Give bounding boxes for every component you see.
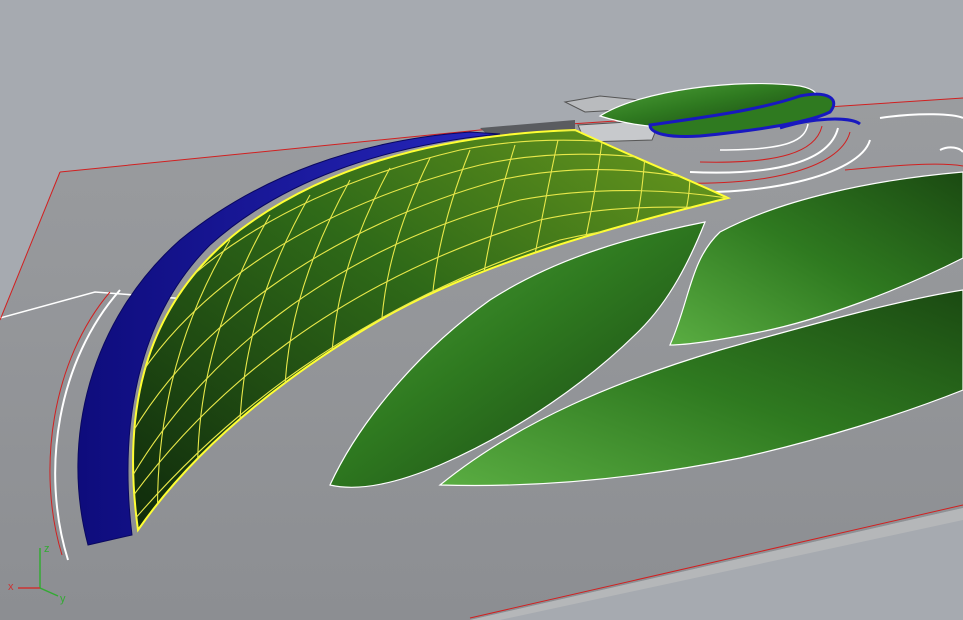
model-scene[interactable] xyxy=(0,0,963,620)
rhino-perspective-viewport[interactable]: z x y xyxy=(0,0,963,620)
y-axis-line xyxy=(39,587,59,597)
y-axis-label: y xyxy=(60,593,66,605)
x-axis-label: x xyxy=(8,581,14,593)
z-axis-label: z xyxy=(44,543,50,555)
axis-indicator: z x y xyxy=(8,543,66,605)
